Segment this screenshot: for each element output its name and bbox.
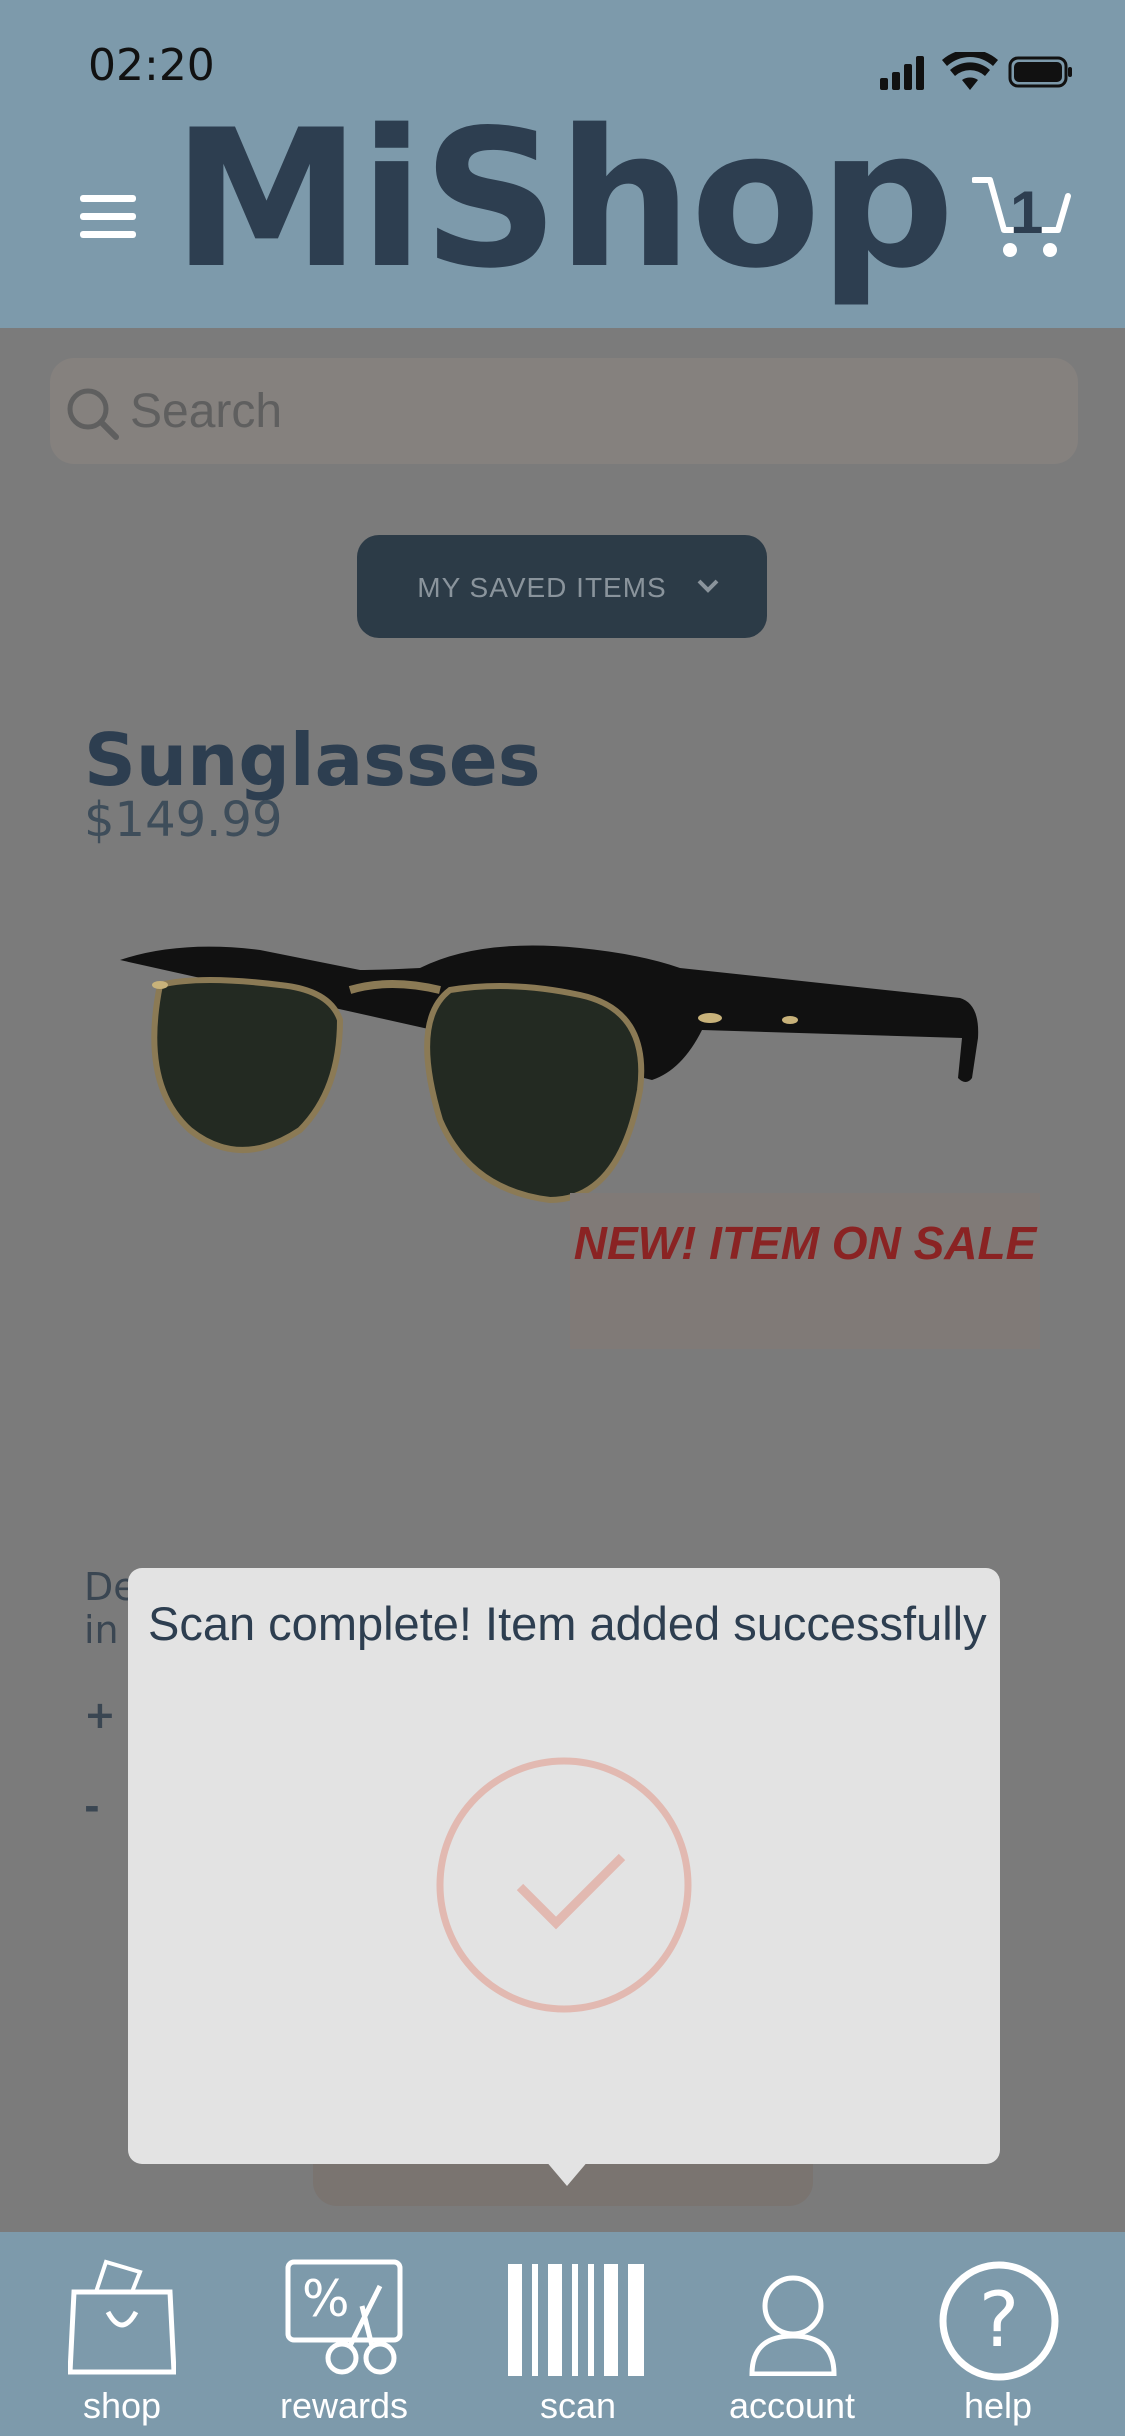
cart-count-badge: 1 <box>1010 179 1044 246</box>
svg-text:?: ? <box>979 2275 1019 2364</box>
product-title: Sunglasses <box>84 718 541 802</box>
help-icon[interactable]: ? <box>938 2260 1060 2382</box>
chevron-down-icon <box>697 579 719 593</box>
coupon-icon[interactable]: % <box>284 2258 404 2378</box>
status-icons <box>880 52 1072 90</box>
tab-help[interactable]: help <box>908 2385 1088 2427</box>
sale-badge-text: NEW! ITEM ON SALE <box>573 1217 1037 1269</box>
product-price: $149.99 <box>84 792 283 848</box>
expand-toggle-fragment: + <box>84 1693 116 1737</box>
status-time: 02:20 <box>88 40 215 91</box>
dialog-pointer <box>545 2160 589 2186</box>
success-check-icon <box>436 1757 692 2013</box>
collapse-toggle-fragment: - <box>84 1785 100 1829</box>
search-placeholder: Search <box>130 385 283 438</box>
search-icon <box>67 388 119 440</box>
description-fragment: in <box>84 1608 119 1652</box>
barcode-icon[interactable] <box>508 2264 648 2376</box>
tab-scan[interactable]: scan <box>488 2385 668 2427</box>
shopping-bag-icon[interactable] <box>68 2252 176 2376</box>
tab-account[interactable]: account <box>702 2385 882 2427</box>
brand-logo: MiShop <box>172 89 955 310</box>
svg-text:%: % <box>302 2270 350 2328</box>
product-image <box>120 945 979 1204</box>
tab-shop[interactable]: shop <box>32 2385 212 2427</box>
dialog-message: Scan complete! Item added successfully <box>148 1597 987 1650</box>
saved-items-label: MY SAVED ITEMS <box>417 572 667 603</box>
tab-rewards[interactable]: rewards <box>254 2385 434 2427</box>
user-icon[interactable] <box>748 2272 838 2376</box>
